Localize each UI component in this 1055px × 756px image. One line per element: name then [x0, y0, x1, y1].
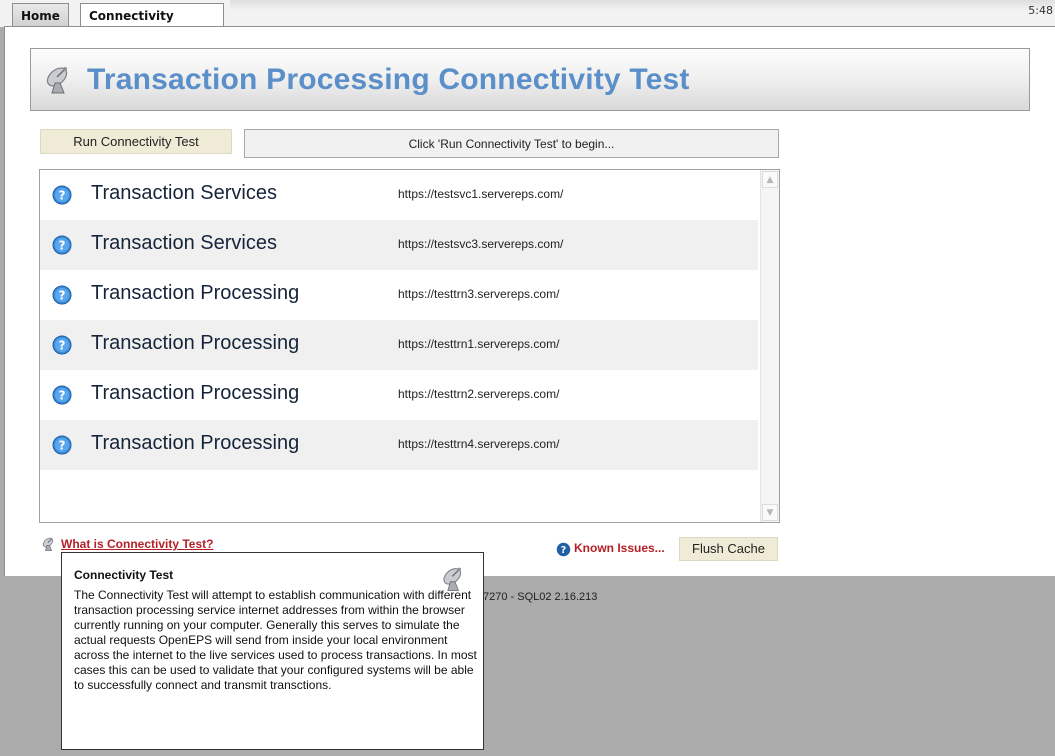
service-url: https://testtrn3.servereps.com/: [398, 287, 560, 301]
question-icon: ?: [52, 185, 72, 205]
tooltip-title: Connectivity Test: [74, 568, 174, 582]
question-icon: ?: [52, 335, 72, 355]
what-is-connectivity-test-link[interactable]: What is Connectivity Test?: [61, 537, 213, 551]
list-item: ? Transaction Services https://testsvc3.…: [40, 220, 758, 270]
flush-cache-button[interactable]: Flush Cache: [679, 537, 778, 561]
service-url: https://testtrn4.servereps.com/: [398, 437, 560, 451]
service-name: Transaction Processing: [91, 432, 300, 454]
svg-text:?: ?: [59, 289, 66, 303]
service-name: Transaction Processing: [91, 382, 300, 404]
list-item: ? Transaction Processing https://testtrn…: [40, 420, 758, 470]
list-item: ? Transaction Processing https://testtrn…: [40, 370, 758, 420]
svg-text:?: ?: [561, 545, 567, 556]
tab-bar: Home Connectivity TestX 5:48: [0, 0, 1055, 47]
svg-text:?: ?: [59, 389, 66, 403]
svg-text:?: ?: [59, 339, 66, 353]
svg-text:?: ?: [59, 439, 66, 453]
question-icon: ?: [556, 542, 571, 557]
service-list[interactable]: ? Transaction Services https://testsvc1.…: [39, 169, 780, 523]
service-name: Transaction Services: [91, 182, 277, 204]
clock: 5:48: [1028, 4, 1053, 17]
service-url: https://testsvc1.servereps.com/: [398, 187, 564, 201]
service-name: Transaction Processing: [91, 282, 300, 304]
service-url: https://testsvc3.servereps.com/: [398, 237, 564, 251]
service-name: Transaction Services: [91, 232, 277, 254]
connectivity-test-tooltip: Connectivity Test The Connectivity Test …: [61, 552, 484, 750]
tab-bar-band: [230, 0, 1055, 10]
status-message: Click 'Run Connectivity Test' to begin..…: [244, 129, 779, 158]
page-header: Transaction Processing Connectivity Test: [30, 48, 1030, 111]
list-item: ? Transaction Services https://testsvc1.…: [40, 170, 758, 220]
question-icon: ?: [52, 385, 72, 405]
tab-connectivity-test[interactable]: Connectivity TestX: [80, 3, 224, 47]
service-url: https://testtrn2.servereps.com/: [398, 387, 560, 401]
question-icon: ?: [52, 235, 72, 255]
satellite-dish-icon: [41, 536, 57, 556]
service-name: Transaction Processing: [91, 332, 300, 354]
tab-home-label: Home: [21, 9, 60, 23]
list-scrollbar[interactable]: ▲ ▼: [760, 170, 779, 522]
question-icon: ?: [52, 435, 72, 455]
run-connectivity-test-button[interactable]: Run Connectivity Test: [40, 129, 232, 154]
service-url: https://testtrn1.servereps.com/: [398, 337, 560, 351]
satellite-dish-icon: [43, 64, 75, 100]
svg-text:?: ?: [59, 189, 66, 203]
page-title: Transaction Processing Connectivity Test: [87, 63, 690, 96]
svg-text:?: ?: [59, 239, 66, 253]
tab-home[interactable]: Home: [12, 3, 69, 27]
list-item: ? Transaction Processing https://testtrn…: [40, 320, 758, 370]
question-icon: ?: [52, 285, 72, 305]
list-item: ? Transaction Processing https://testtrn…: [40, 270, 758, 320]
scroll-up-arrow-icon[interactable]: ▲: [762, 171, 778, 188]
known-issues-label: Known Issues...: [574, 541, 665, 555]
tooltip-body: The Connectivity Test will attempt to es…: [74, 588, 477, 692]
scroll-down-arrow-icon[interactable]: ▼: [762, 504, 778, 521]
version-info: 7270 - SQL02 2.16.213: [483, 591, 598, 603]
